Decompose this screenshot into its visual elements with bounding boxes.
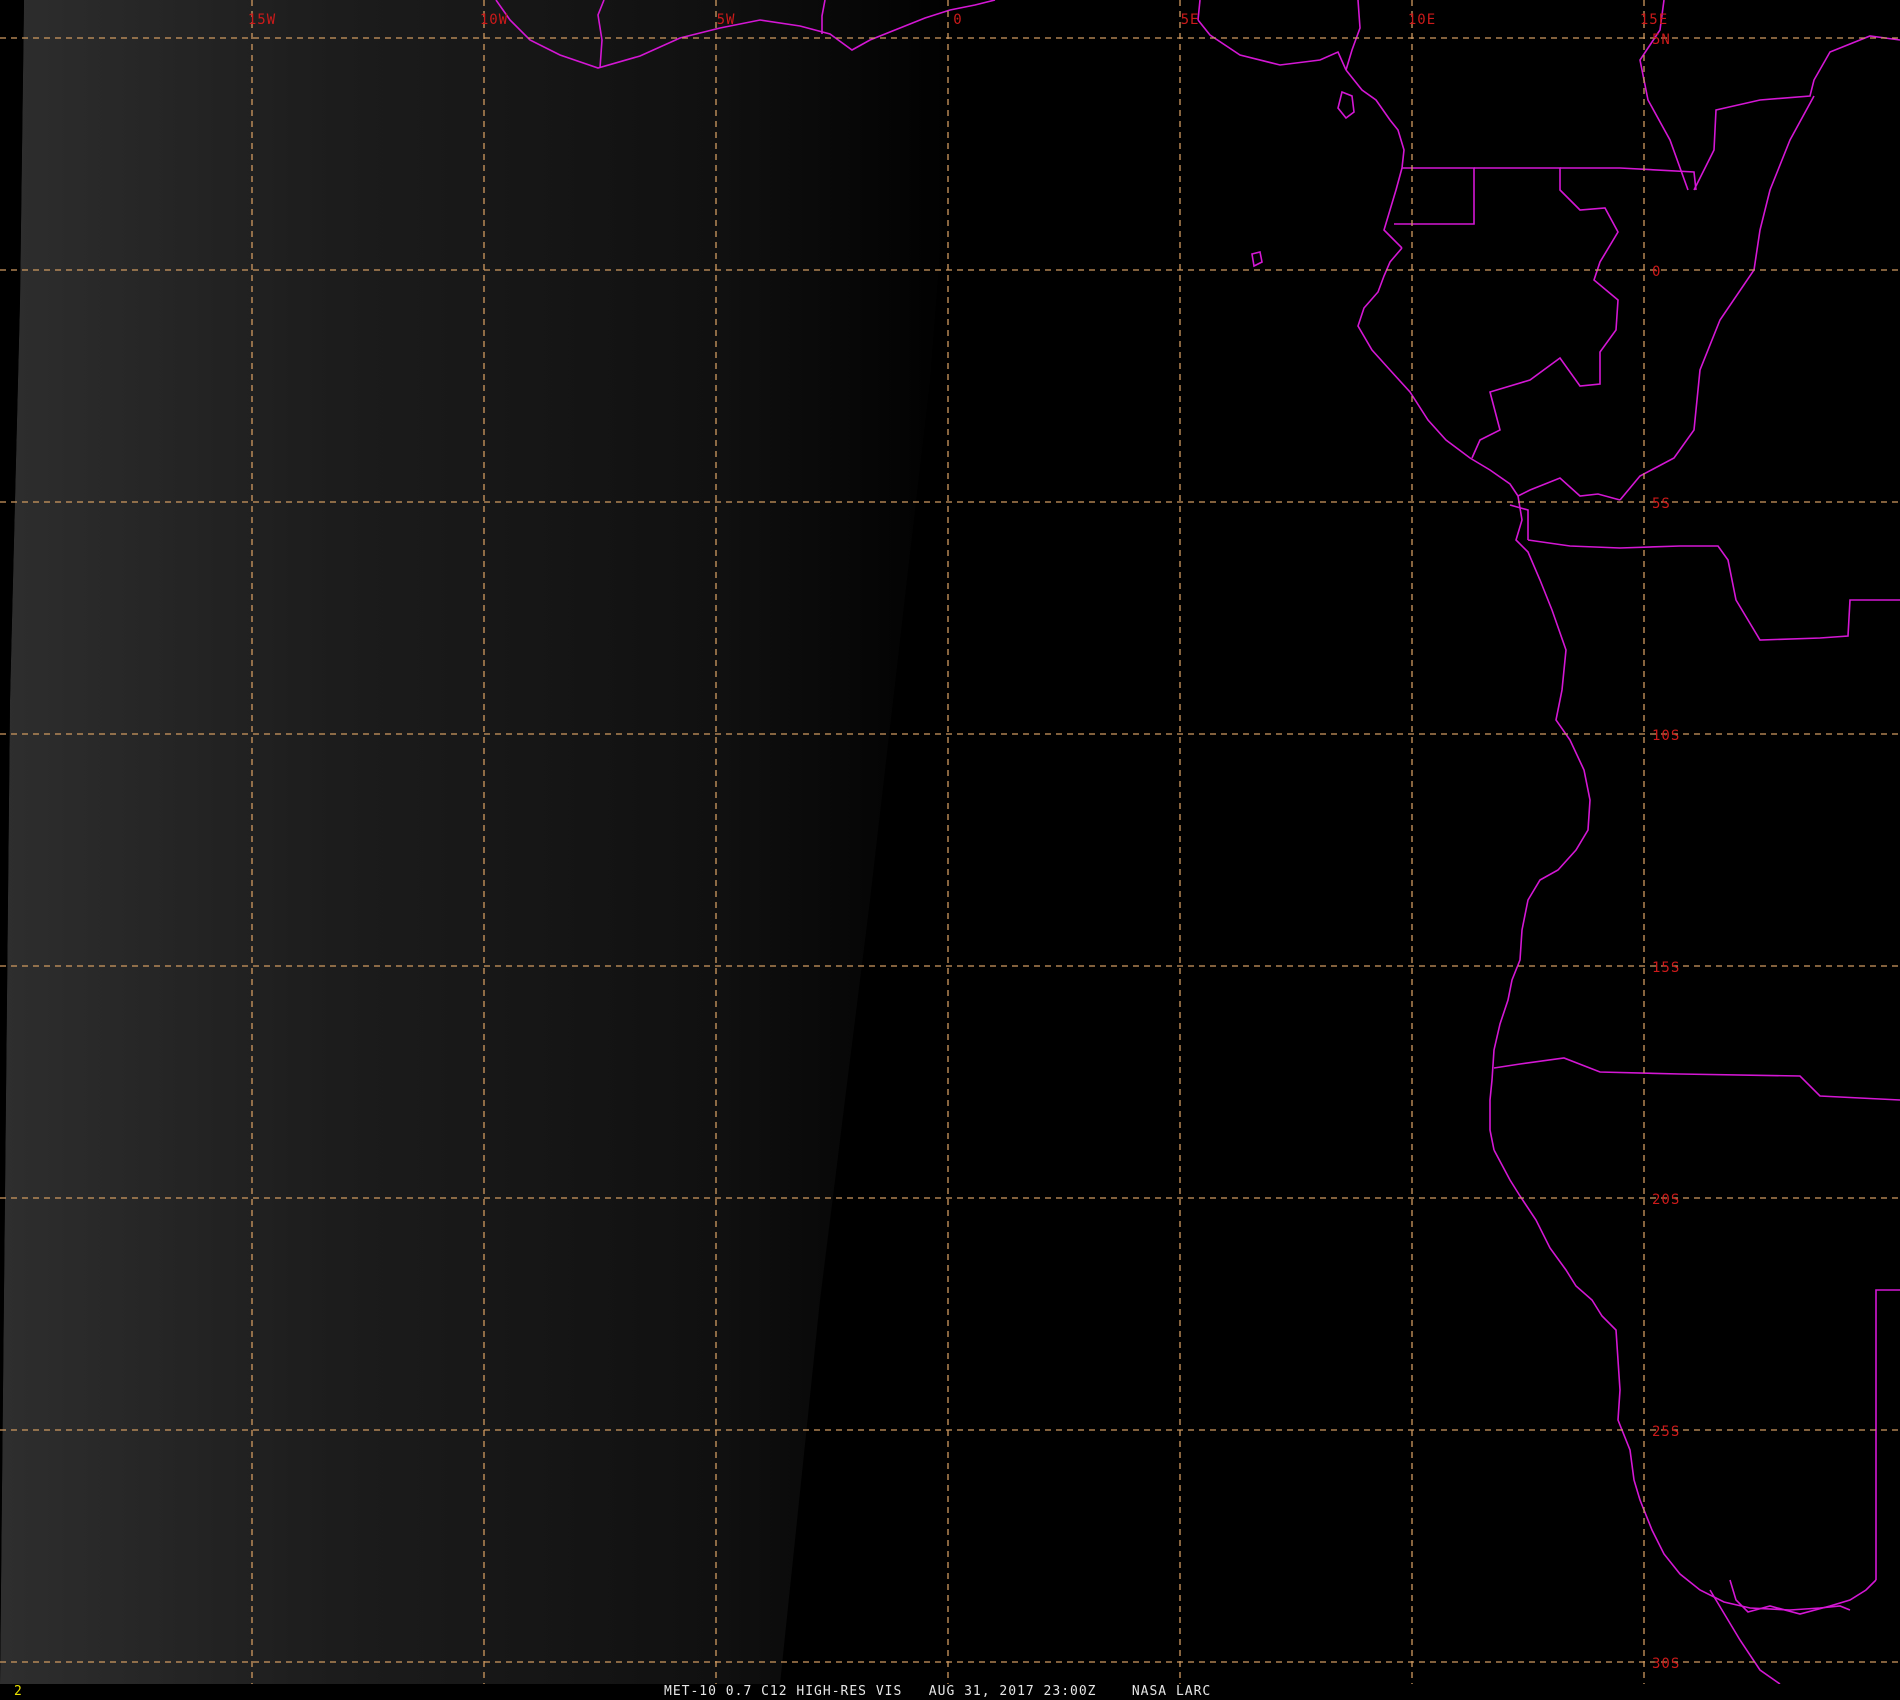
latitude-label: 5N <box>1652 32 1671 48</box>
latitude-label: 20S <box>1652 1192 1680 1208</box>
longitude-label: 5E <box>1181 12 1200 28</box>
satellite-map: 15W 10W 5W 0 5E 10E 15E 5N 0 5S 10S 15S 20S 25S 30S <box>0 0 1900 1684</box>
image-caption: MET-10 0.7 C12 HIGH-RES VIS AUG 31, 2017… <box>664 1684 1212 1699</box>
latitude-label: 0 <box>1652 264 1661 280</box>
longitude-label: 15W <box>248 12 276 28</box>
latitude-label: 25S <box>1652 1424 1680 1440</box>
longitude-label: 10E <box>1408 12 1436 28</box>
latitude-label: 30S <box>1652 1656 1680 1672</box>
longitude-label: 0 <box>953 12 962 28</box>
latitude-label: 15S <box>1652 960 1680 976</box>
latitude-label: 5S <box>1652 496 1671 512</box>
longitude-label: 10W <box>480 12 508 28</box>
latitude-label: 10S <box>1652 728 1680 744</box>
frame-number: 2 <box>14 1684 23 1699</box>
longitude-label: 5W <box>717 12 736 28</box>
caption-bar: 2 MET-10 0.7 C12 HIGH-RES VIS AUG 31, 20… <box>0 1684 1900 1700</box>
longitude-label: 15E <box>1640 12 1668 28</box>
